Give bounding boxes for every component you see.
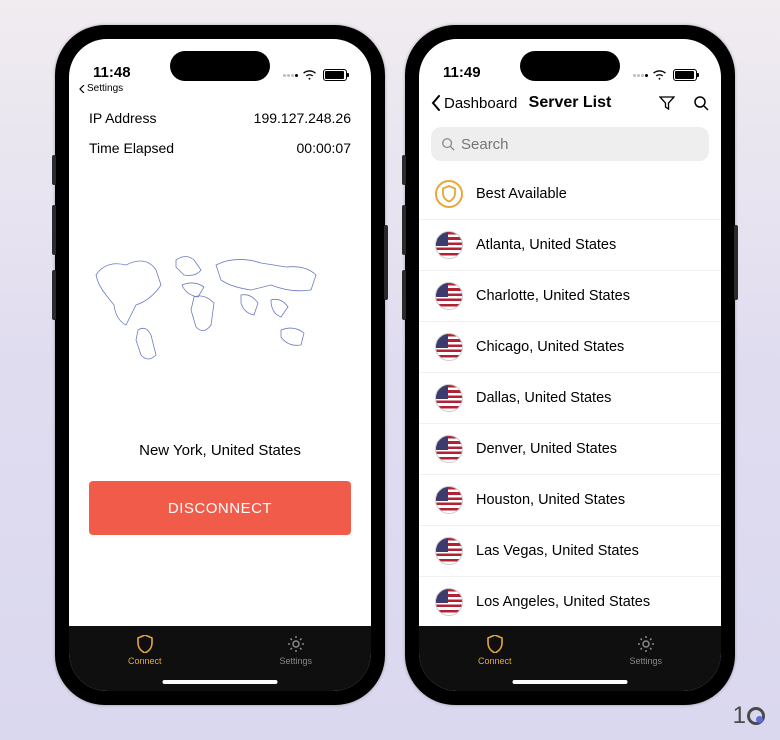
shield-icon xyxy=(135,634,155,654)
home-indicator[interactable] xyxy=(163,680,278,684)
tab-settings[interactable]: Settings xyxy=(279,634,312,666)
back-to-settings[interactable]: Settings xyxy=(69,83,371,98)
time-value: 00:00:07 xyxy=(297,140,352,156)
server-item[interactable]: Charlotte, United States xyxy=(419,271,721,322)
search-icon xyxy=(441,137,455,151)
page-title: Server List xyxy=(529,94,612,112)
usa-flag-icon xyxy=(435,435,463,463)
server-name: Charlotte, United States xyxy=(476,288,630,304)
world-map xyxy=(69,200,371,410)
usa-flag-icon xyxy=(435,333,463,361)
ip-value: 199.127.248.26 xyxy=(254,110,351,126)
server-item[interactable]: Las Vegas, United States xyxy=(419,526,721,577)
server-name: Best Available xyxy=(476,186,567,202)
status-bar: 11:49 xyxy=(419,39,721,83)
back-button[interactable]: Dashboard xyxy=(431,95,517,112)
server-item[interactable]: Atlanta, United States xyxy=(419,220,721,271)
server-item[interactable]: Denver, United States xyxy=(419,424,721,475)
server-name: Los Angeles, United States xyxy=(476,594,650,610)
tab-bar: Connect Settings xyxy=(419,626,721,691)
current-location: New York, United States xyxy=(69,442,371,459)
wifi-icon xyxy=(652,70,667,81)
tab-bar: Connect Settings xyxy=(69,626,371,691)
usa-flag-icon xyxy=(435,486,463,514)
shield-icon xyxy=(485,634,505,654)
tab-connect[interactable]: Connect xyxy=(128,634,162,666)
battery-icon xyxy=(323,69,347,81)
server-name: Chicago, United States xyxy=(476,339,624,355)
search-icon[interactable] xyxy=(693,95,709,111)
battery-icon xyxy=(673,69,697,81)
phone-server-list-screen: 11:49 Dashboard Server List Best xyxy=(405,25,735,705)
wifi-icon xyxy=(302,70,317,81)
chevron-left-icon xyxy=(431,95,441,111)
server-item[interactable]: Dallas, United States xyxy=(419,373,721,424)
ip-address-row: IP Address 199.127.248.26 xyxy=(89,110,351,126)
status-time: 11:48 xyxy=(93,64,131,81)
shield-icon xyxy=(435,180,463,208)
tab-connect[interactable]: Connect xyxy=(478,634,512,666)
server-name: Las Vegas, United States xyxy=(476,543,639,559)
server-name: Denver, United States xyxy=(476,441,617,457)
usa-flag-icon xyxy=(435,384,463,412)
status-icons xyxy=(283,69,347,81)
status-time: 11:49 xyxy=(443,64,481,81)
phone-connect-screen: 11:48 Settings IP Address 199.127.248.26… xyxy=(55,25,385,705)
nav-bar: Dashboard Server List xyxy=(419,83,721,123)
gear-icon xyxy=(286,634,306,654)
time-elapsed-row: Time Elapsed 00:00:07 xyxy=(89,140,351,156)
search-field[interactable] xyxy=(431,127,709,161)
time-label: Time Elapsed xyxy=(89,140,174,156)
status-bar: 11:48 xyxy=(69,39,371,83)
server-list[interactable]: Best Available Atlanta, United States Char… xyxy=(419,169,721,626)
usa-flag-icon xyxy=(435,537,463,565)
usa-flag-icon xyxy=(435,231,463,259)
tab-settings[interactable]: Settings xyxy=(629,634,662,666)
watermark-logo: 1 xyxy=(733,702,765,730)
server-item[interactable]: Chicago, United States xyxy=(419,322,721,373)
home-indicator[interactable] xyxy=(513,680,628,684)
server-item[interactable]: Los Angeles, United States xyxy=(419,577,721,626)
search-input[interactable] xyxy=(461,136,699,153)
server-item[interactable]: Houston, United States xyxy=(419,475,721,526)
server-name: Houston, United States xyxy=(476,492,625,508)
usa-flag-icon xyxy=(435,588,463,616)
server-item[interactable]: Best Available xyxy=(419,169,721,220)
gear-icon xyxy=(636,634,656,654)
server-name: Atlanta, United States xyxy=(476,237,616,253)
server-name: Dallas, United States xyxy=(476,390,611,406)
ip-label: IP Address xyxy=(89,110,156,126)
usa-flag-icon xyxy=(435,282,463,310)
filter-icon[interactable] xyxy=(659,95,675,111)
disconnect-button[interactable]: DISCONNECT xyxy=(89,481,351,535)
status-icons xyxy=(633,69,697,81)
